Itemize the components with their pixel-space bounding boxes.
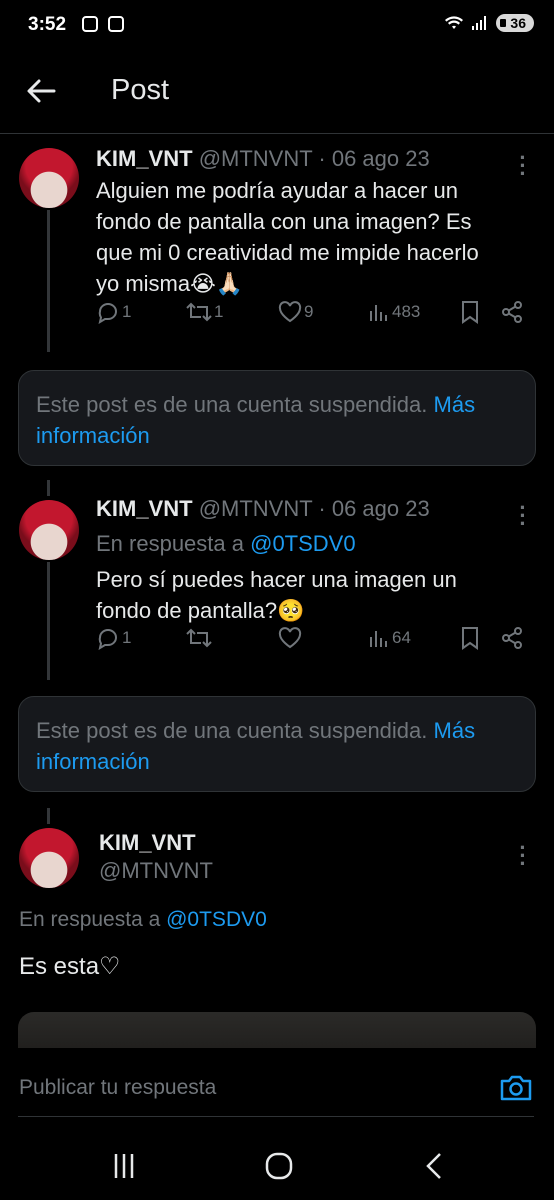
heart-icon bbox=[278, 301, 302, 323]
back-button[interactable] bbox=[24, 74, 64, 110]
signal-icon bbox=[472, 16, 487, 30]
reply-count: 1 bbox=[122, 302, 132, 321]
reply-handle-link[interactable]: @0TSDV0 bbox=[250, 531, 355, 556]
views-button[interactable]: 483 bbox=[368, 301, 420, 323]
arrow-left-icon bbox=[27, 79, 56, 103]
avatar[interactable] bbox=[19, 148, 79, 208]
repost-icon bbox=[186, 302, 212, 322]
suspended-post-notice: Este post es de una cuenta suspendida. M… bbox=[18, 370, 536, 466]
recents-icon bbox=[114, 1154, 134, 1178]
reply-context: En respuesta a @0TSDV0 bbox=[19, 908, 267, 932]
reply-prefix: En respuesta a bbox=[19, 908, 161, 931]
avatar[interactable] bbox=[19, 500, 79, 560]
more-options-icon[interactable]: · · · bbox=[518, 497, 528, 535]
like-button[interactable]: 9 bbox=[278, 301, 313, 323]
views-button[interactable]: 64 bbox=[368, 627, 411, 649]
back-nav-button[interactable] bbox=[414, 1146, 454, 1186]
more-options-icon[interactable]: · · · bbox=[518, 837, 528, 875]
heart-icon bbox=[278, 627, 302, 649]
post-date: · 06 ago 23 bbox=[318, 146, 430, 171]
thread-line bbox=[47, 562, 50, 680]
thread-line bbox=[47, 808, 50, 824]
home-icon bbox=[265, 1152, 293, 1180]
reply-prefix: En respuesta a bbox=[96, 531, 244, 556]
screenshot-icon bbox=[108, 16, 124, 32]
composer-divider bbox=[18, 1116, 534, 1117]
share-button[interactable] bbox=[500, 300, 524, 324]
post-2-author[interactable]: KIM_VNT @MTNVNT · 06 ago 23 bbox=[96, 496, 430, 522]
share-icon bbox=[502, 301, 522, 323]
page-title: Post bbox=[111, 74, 170, 106]
reply-icon bbox=[98, 629, 117, 650]
repost-count: 1 bbox=[214, 302, 224, 321]
bookmark-button[interactable] bbox=[460, 300, 480, 324]
home-button[interactable] bbox=[259, 1146, 299, 1186]
thread-line bbox=[47, 480, 50, 496]
bookmark-button[interactable] bbox=[460, 626, 480, 650]
status-right: 36 bbox=[444, 14, 534, 32]
status-notification-icons bbox=[82, 16, 124, 32]
main-author-handle[interactable]: @MTNVNT bbox=[99, 858, 213, 884]
author-name: KIM_VNT bbox=[96, 146, 193, 171]
bookmark-icon bbox=[462, 301, 478, 324]
avatar[interactable] bbox=[19, 828, 79, 888]
reply-icon bbox=[98, 303, 117, 324]
post-2-text: Pero sí puedes hacer una imagen un fondo… bbox=[96, 567, 457, 623]
views-icon bbox=[370, 631, 387, 647]
wifi-icon bbox=[445, 16, 464, 29]
author-handle: @MTNVNT bbox=[198, 496, 313, 521]
battery-indicator: 36 bbox=[496, 14, 534, 32]
reply-button[interactable]: 1 bbox=[96, 300, 131, 324]
views-count: 64 bbox=[392, 628, 411, 647]
views-count: 483 bbox=[392, 302, 421, 321]
bookmark-icon bbox=[462, 627, 478, 650]
reply-context: En respuesta a @0TSDV0 bbox=[96, 531, 356, 557]
camera-icon bbox=[500, 1075, 532, 1101]
repost-icon bbox=[186, 628, 212, 648]
repost-button[interactable] bbox=[186, 626, 212, 650]
reply-button[interactable]: 1 bbox=[96, 626, 131, 650]
reply-input[interactable]: Publicar tu respuesta bbox=[19, 1076, 216, 1100]
thread-line bbox=[47, 210, 50, 352]
chevron-left-icon bbox=[426, 1153, 441, 1179]
main-post-text: Es esta♡ bbox=[19, 953, 121, 980]
like-count: 9 bbox=[304, 302, 314, 321]
post-1-text: Alguien me podría ayudar a hacer un fond… bbox=[96, 178, 479, 296]
post-1-author[interactable]: KIM_VNT @MTNVNT · 06 ago 23 bbox=[96, 146, 430, 172]
post-date: · 06 ago 23 bbox=[318, 496, 430, 521]
share-button[interactable] bbox=[500, 626, 524, 650]
author-name: KIM_VNT bbox=[96, 496, 193, 521]
author-handle: @MTNVNT bbox=[198, 146, 313, 171]
reply-handle-link[interactable]: @0TSDV0 bbox=[166, 908, 267, 931]
main-author-name[interactable]: KIM_VNT bbox=[99, 830, 196, 856]
suspended-text: Este post es de una cuenta suspendida. bbox=[36, 718, 428, 743]
recent-apps-button[interactable] bbox=[104, 1146, 144, 1186]
like-button[interactable] bbox=[278, 627, 302, 649]
status-time: 3:52 bbox=[28, 14, 67, 35]
suspended-text: Este post es de una cuenta suspendida. bbox=[36, 392, 428, 417]
header-divider bbox=[0, 133, 554, 134]
suspended-post-notice: Este post es de una cuenta suspendida. M… bbox=[18, 696, 536, 792]
views-icon bbox=[370, 305, 387, 321]
repost-button[interactable]: 1 bbox=[186, 300, 223, 324]
camera-button[interactable] bbox=[499, 1073, 533, 1103]
more-options-icon[interactable]: · · · bbox=[518, 147, 528, 185]
share-icon bbox=[502, 627, 522, 649]
notification-icon bbox=[82, 16, 98, 32]
reply-count: 1 bbox=[122, 628, 132, 647]
